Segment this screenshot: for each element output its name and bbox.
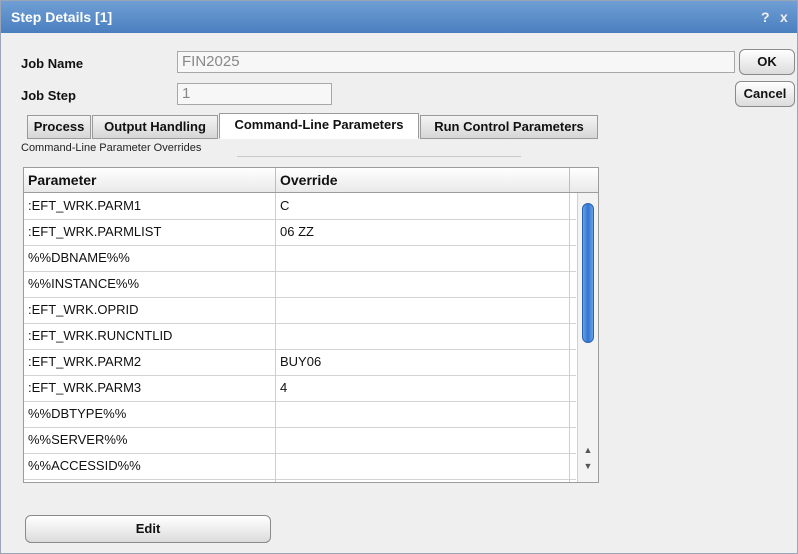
parameters-grid: Parameter Override :EFT_WRK.PARM1 C:EFT_W… [23,167,599,483]
job-step-label: Job Step [21,88,76,103]
tab-command-line-parameters[interactable]: Command-Line Parameters [219,113,419,139]
parameter-cell[interactable]: :EFT_WRK.PARM1 [24,193,276,219]
parameter-cell[interactable]: %%DBTYPE%% [24,401,276,427]
parameter-cell[interactable]: :EFT_WRK.PARMLIST [24,219,276,245]
parameter-cell[interactable]: %%SERVER%% [24,427,276,453]
tab-output-handling[interactable]: Output Handling [92,115,218,139]
column-header-override[interactable]: Override [276,168,570,192]
job-name-field[interactable]: FIN2025 [177,51,735,73]
table-row[interactable]: %%ACCESSPSWD%% [24,479,576,482]
override-cell[interactable] [276,453,570,479]
parameter-cell[interactable]: :EFT_WRK.RUNCNTLID [24,323,276,349]
help-icon[interactable]: ? [761,1,770,33]
parameter-cell[interactable]: %%ACCESSPSWD%% [24,479,276,482]
table-row[interactable]: :EFT_WRK.PARM1 C [24,193,576,220]
title-bar[interactable]: Step Details [1] ? x [1,1,797,33]
override-cell[interactable] [276,401,570,427]
table-row[interactable]: :EFT_WRK.RUNCNTLID [24,323,576,350]
ok-button[interactable]: OK [739,49,795,75]
parameter-cell[interactable]: %%INSTANCE%% [24,271,276,297]
section-divider [237,156,521,157]
override-cell[interactable]: 06 ZZ [276,219,570,245]
tab-process[interactable]: Process [27,115,91,139]
table-row[interactable]: %%DBTYPE%% [24,401,576,428]
override-cell[interactable]: C [276,193,570,219]
override-cell[interactable] [276,245,570,271]
override-cell[interactable]: 4 [276,375,570,401]
window-title: Step Details [1] [11,9,113,25]
vertical-scrollbar[interactable]: ▲ ▼ [577,193,598,482]
scrollbar-thumb[interactable] [582,203,594,343]
table-row[interactable]: :EFT_WRK.PARM3 4 [24,375,576,402]
override-cell[interactable] [276,297,570,323]
override-cell[interactable] [276,323,570,349]
table-row[interactable]: %%INSTANCE%% [24,271,576,298]
table-row[interactable]: %%SERVER%% [24,427,576,454]
edit-button[interactable]: Edit [25,515,271,543]
step-details-dialog: Step Details [1] ? x Job Name FIN2025 Jo… [0,0,798,554]
scroll-down-arrow-icon[interactable]: ▼ [582,461,594,471]
table-row[interactable]: %%DBNAME%% [24,245,576,272]
table-row[interactable]: :EFT_WRK.PARM2 BUY06 [24,349,576,376]
close-icon[interactable]: x [780,1,788,33]
tab-run-control-parameters[interactable]: Run Control Parameters [420,115,598,139]
override-cell[interactable]: BUY06 [276,349,570,375]
section-label: Command-Line Parameter Overrides [21,142,202,154]
parameter-cell[interactable]: %%ACCESSID%% [24,453,276,479]
parameter-cell[interactable]: :EFT_WRK.PARM3 [24,375,276,401]
column-header-parameter[interactable]: Parameter [24,168,276,192]
parameter-cell[interactable]: :EFT_WRK.PARM2 [24,349,276,375]
job-name-label: Job Name [21,56,84,71]
parameter-cell[interactable]: %%DBNAME%% [24,245,276,271]
job-step-field[interactable]: 1 [177,83,332,105]
override-cell[interactable] [276,479,570,482]
override-cell[interactable] [276,427,570,453]
override-cell[interactable] [276,271,570,297]
grid-header: Parameter Override [24,168,598,193]
table-row[interactable]: :EFT_WRK.OPRID [24,297,576,324]
cancel-button[interactable]: Cancel [735,81,795,107]
parameter-cell[interactable]: :EFT_WRK.OPRID [24,297,276,323]
scroll-up-arrow-icon[interactable]: ▲ [582,445,594,455]
table-row[interactable]: %%ACCESSID%% [24,453,576,480]
table-row[interactable]: :EFT_WRK.PARMLIST 06 ZZ [24,219,576,246]
